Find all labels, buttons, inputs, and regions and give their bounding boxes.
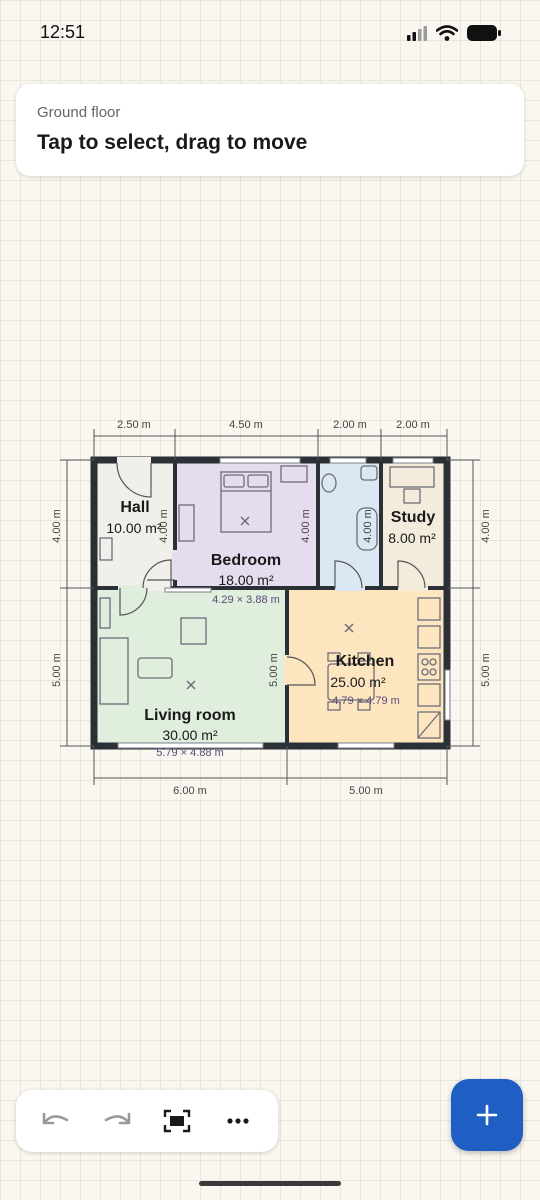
redo-icon	[104, 1112, 131, 1125]
redo-button[interactable]	[95, 1099, 139, 1143]
bedroom-name: Bedroom	[211, 552, 281, 569]
hall-area: 10.00 m²	[106, 520, 162, 536]
study-name: Study	[391, 509, 436, 526]
undo-button[interactable]	[34, 1099, 78, 1143]
undo-icon	[42, 1112, 69, 1125]
hint-text: Tap to select, drag to move	[37, 131, 308, 154]
kitchen-area: 25.00 m²	[330, 674, 386, 690]
fit-screen-button[interactable]	[155, 1099, 199, 1143]
fit-screen-icon	[164, 1109, 191, 1133]
living-area: 30.00 m²	[162, 727, 218, 743]
wifi-icon	[436, 25, 458, 41]
dim-right-1: 4.00 m	[480, 509, 492, 543]
bedroom-area: 18.00 m²	[218, 572, 274, 588]
living-size: 5.79 × 4.88 m	[156, 747, 224, 759]
battery-icon	[467, 25, 501, 41]
dim-top-4: 2.00 m	[396, 419, 430, 431]
plus-icon	[476, 1104, 498, 1126]
floor-header-card[interactable]: Ground floor Tap to select, drag to move	[16, 84, 524, 176]
floor-plan-svg[interactable]: 2.50 m 4.50 m 2.00 m 2.00 m 6.00 m 5.00 …	[0, 400, 540, 820]
dim-bedroom-inner: 4.00 m	[300, 509, 312, 543]
floor-plan-canvas[interactable]: 2.50 m 4.50 m 2.00 m 2.00 m 6.00 m 5.00 …	[0, 400, 540, 820]
kitchen-name: Kitchen	[336, 653, 395, 670]
dim-top-3: 2.00 m	[333, 419, 367, 431]
study-area: 8.00 m²	[388, 530, 436, 546]
status-time: 12:51	[40, 22, 86, 42]
dim-top-2: 4.50 m	[229, 419, 263, 431]
status-icons	[406, 24, 502, 42]
dim-bottom-2: 5.00 m	[349, 785, 383, 797]
dim-top-1: 2.50 m	[117, 419, 151, 431]
signal-icon	[407, 26, 427, 41]
dim-left-2: 5.00 m	[51, 653, 63, 687]
kitchen-size: 4.79 × 4.79 m	[332, 695, 400, 707]
more-button[interactable]	[216, 1099, 260, 1143]
bottom-toolbar	[16, 1090, 278, 1152]
living-name: Living room	[144, 707, 236, 724]
more-icon	[227, 1118, 249, 1124]
hall-name: Hall	[120, 499, 149, 516]
floor-name: Ground floor	[37, 104, 121, 121]
home-indicator[interactable]	[199, 1181, 341, 1186]
dim-bathroom-inner: 4.00 m	[362, 509, 374, 543]
dim-bottom-1: 6.00 m	[173, 785, 207, 797]
bedroom-size: 4.29 × 3.88 m	[212, 594, 280, 606]
add-button[interactable]	[451, 1079, 523, 1151]
status-bar: 12:51	[0, 0, 540, 60]
dim-right-2: 5.00 m	[480, 653, 492, 687]
dim-left-1: 4.00 m	[51, 509, 63, 543]
dim-living-inner: 5.00 m	[268, 653, 280, 687]
